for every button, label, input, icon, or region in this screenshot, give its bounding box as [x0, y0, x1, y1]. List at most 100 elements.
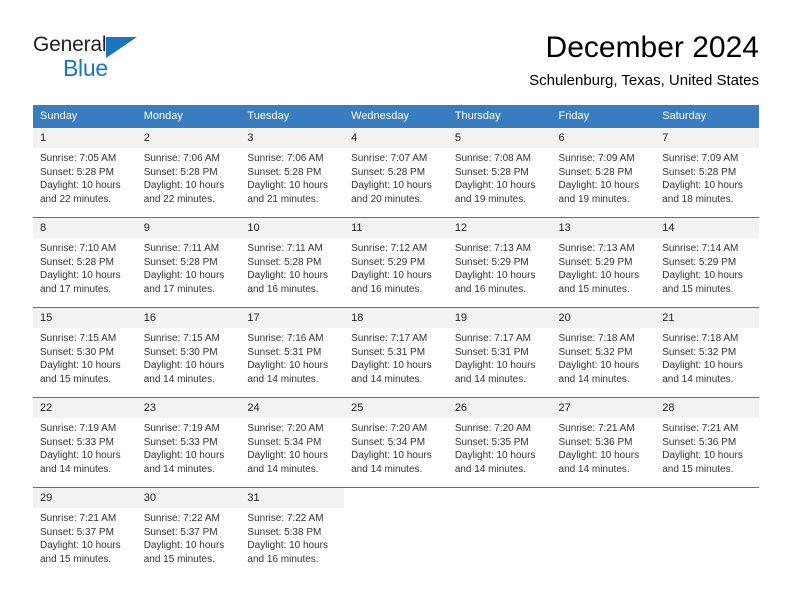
day-details: Sunrise: 7:15 AM Sunset: 5:30 PM Dayligh… [33, 328, 137, 386]
day-details: Sunrise: 7:19 AM Sunset: 5:33 PM Dayligh… [137, 418, 241, 476]
day-cell[interactable]: 7 Sunrise: 7:09 AM Sunset: 5:28 PM Dayli… [655, 127, 759, 218]
daylight-duration-line2: and 15 minutes. [40, 553, 112, 565]
sunrise-time: Sunrise: 7:09 AM [662, 153, 739, 164]
sunset-time: Sunset: 5:35 PM [454, 436, 529, 448]
day-details: Sunrise: 7:05 AM Sunset: 5:28 PM Dayligh… [33, 148, 137, 206]
day-cell[interactable]: 5 Sunrise: 7:08 AM Sunset: 5:28 PM Dayli… [447, 127, 552, 218]
weekday-header-wednesday: Wednesday [344, 105, 448, 128]
day-details: Sunrise: 7:21 AM Sunset: 5:37 PM Dayligh… [33, 508, 137, 566]
weekday-header-tuesday: Tuesday [240, 105, 345, 128]
day-cell[interactable]: 14 Sunrise: 7:14 AM Sunset: 5:29 PM Dayl… [655, 217, 759, 308]
daylight-duration-line1: Daylight: 10 hours [40, 360, 121, 372]
sunrise-time: Sunrise: 7:20 AM [247, 423, 324, 434]
day-cell[interactable]: 20 Sunrise: 7:18 AM Sunset: 5:32 PM Dayl… [551, 307, 656, 398]
day-details: Sunrise: 7:11 AM Sunset: 5:28 PM Dayligh… [137, 238, 241, 296]
day-number: 10 [240, 218, 345, 238]
sunset-time: Sunset: 5:28 PM [662, 166, 737, 178]
daylight-duration-line1: Daylight: 10 hours [454, 270, 536, 282]
daylight-duration-line2: and 14 minutes. [40, 463, 112, 475]
day-cell[interactable]: 11 Sunrise: 7:12 AM Sunset: 5:29 PM Dayl… [344, 217, 448, 308]
day-cell[interactable]: 9 Sunrise: 7:11 AM Sunset: 5:28 PM Dayli… [136, 217, 241, 308]
daylight-duration-line2: and 16 minutes. [247, 283, 319, 295]
sunrise-time: Sunrise: 7:05 AM [40, 153, 117, 164]
daylight-duration-line2: and 14 minutes. [662, 373, 734, 385]
day-details: Sunrise: 7:10 AM Sunset: 5:28 PM Dayligh… [33, 238, 137, 296]
sunrise-time: Sunrise: 7:20 AM [351, 423, 428, 434]
day-cell[interactable]: 10 Sunrise: 7:11 AM Sunset: 5:28 PM Dayl… [240, 217, 345, 308]
day-cell[interactable]: 13 Sunrise: 7:13 AM Sunset: 5:29 PM Dayl… [551, 217, 656, 308]
day-details: Sunrise: 7:21 AM Sunset: 5:36 PM Dayligh… [552, 418, 656, 476]
sunrise-time: Sunrise: 7:22 AM [247, 513, 324, 524]
day-cell[interactable]: 24 Sunrise: 7:20 AM Sunset: 5:34 PM Dayl… [240, 397, 345, 488]
week-row: 8 Sunrise: 7:10 AM Sunset: 5:28 PM Dayli… [33, 217, 759, 308]
sunrise-time: Sunrise: 7:18 AM [558, 333, 635, 344]
sunrise-time: Sunrise: 7:10 AM [40, 243, 117, 254]
day-cell[interactable]: 25 Sunrise: 7:20 AM Sunset: 5:34 PM Dayl… [344, 397, 448, 488]
day-number: 21 [655, 308, 759, 328]
daylight-duration-line1: Daylight: 10 hours [143, 450, 225, 462]
day-details: Sunrise: 7:18 AM Sunset: 5:32 PM Dayligh… [655, 328, 759, 386]
day-cell[interactable]: 22 Sunrise: 7:19 AM Sunset: 5:33 PM Dayl… [33, 397, 137, 488]
day-cell[interactable]: 19 Sunrise: 7:17 AM Sunset: 5:31 PM Dayl… [447, 307, 552, 398]
day-cell[interactable]: 30 Sunrise: 7:22 AM Sunset: 5:37 PM Dayl… [136, 487, 241, 577]
daylight-duration-line2: and 14 minutes. [247, 463, 319, 475]
day-cell[interactable]: 29 Sunrise: 7:21 AM Sunset: 5:37 PM Dayl… [33, 487, 137, 577]
day-cell[interactable]: 4 Sunrise: 7:07 AM Sunset: 5:28 PM Dayli… [344, 127, 448, 218]
daylight-duration-line2: and 19 minutes. [558, 193, 630, 205]
sunset-time: Sunset: 5:30 PM [40, 346, 114, 358]
page-title: December 2024 [545, 31, 759, 64]
general-blue-logo: General Blue [33, 33, 163, 85]
calendar-body: 1 Sunrise: 7:05 AM Sunset: 5:28 PM Dayli… [33, 127, 759, 577]
weekday-header-saturday: Saturday [655, 105, 759, 128]
day-cell[interactable]: 27 Sunrise: 7:21 AM Sunset: 5:36 PM Dayl… [551, 397, 656, 488]
sunrise-time: Sunrise: 7:07 AM [351, 153, 428, 164]
daylight-duration-line1: Daylight: 10 hours [662, 270, 743, 282]
sunset-time: Sunset: 5:29 PM [558, 256, 633, 268]
day-cell[interactable]: 15 Sunrise: 7:15 AM Sunset: 5:30 PM Dayl… [33, 307, 137, 398]
day-details: Sunrise: 7:17 AM Sunset: 5:31 PM Dayligh… [448, 328, 552, 386]
sunset-time: Sunset: 5:28 PM [40, 166, 114, 178]
daylight-duration-line1: Daylight: 10 hours [662, 180, 743, 192]
logo-text-general: General [33, 33, 107, 56]
day-cell[interactable]: 21 Sunrise: 7:18 AM Sunset: 5:32 PM Dayl… [655, 307, 759, 398]
daylight-duration-line2: and 15 minutes. [143, 553, 215, 565]
day-details: Sunrise: 7:11 AM Sunset: 5:28 PM Dayligh… [240, 238, 344, 296]
daylight-duration-line2: and 17 minutes. [40, 283, 112, 295]
daylight-duration-line1: Daylight: 10 hours [558, 360, 640, 372]
day-cell[interactable]: 26 Sunrise: 7:20 AM Sunset: 5:35 PM Dayl… [447, 397, 552, 488]
day-cell[interactable]: 31 Sunrise: 7:22 AM Sunset: 5:38 PM Dayl… [240, 487, 345, 577]
day-number: 8 [33, 218, 137, 238]
sunset-time: Sunset: 5:28 PM [247, 256, 322, 268]
sunrise-time: Sunrise: 7:15 AM [143, 333, 220, 344]
daylight-duration-line2: and 14 minutes. [143, 463, 215, 475]
day-cell[interactable]: 17 Sunrise: 7:16 AM Sunset: 5:31 PM Dayl… [240, 307, 345, 398]
day-cell[interactable]: 23 Sunrise: 7:19 AM Sunset: 5:33 PM Dayl… [136, 397, 241, 488]
day-details: Sunrise: 7:21 AM Sunset: 5:36 PM Dayligh… [655, 418, 759, 476]
week-row: 22 Sunrise: 7:19 AM Sunset: 5:33 PM Dayl… [33, 397, 759, 488]
day-cell[interactable]: 1 Sunrise: 7:05 AM Sunset: 5:28 PM Dayli… [33, 127, 137, 218]
daylight-duration-line1: Daylight: 10 hours [143, 270, 225, 282]
day-number: 30 [136, 488, 241, 508]
daylight-duration-line1: Daylight: 10 hours [454, 360, 536, 372]
day-cell[interactable]: 28 Sunrise: 7:21 AM Sunset: 5:36 PM Dayl… [655, 397, 759, 488]
day-cell-empty [447, 487, 552, 577]
day-details: Sunrise: 7:14 AM Sunset: 5:29 PM Dayligh… [655, 238, 759, 296]
day-cell[interactable]: 8 Sunrise: 7:10 AM Sunset: 5:28 PM Dayli… [33, 217, 137, 308]
day-cell[interactable]: 2 Sunrise: 7:06 AM Sunset: 5:28 PM Dayli… [136, 127, 241, 218]
day-number: 20 [551, 308, 656, 328]
sunrise-time: Sunrise: 7:22 AM [143, 513, 220, 524]
day-cell[interactable]: 18 Sunrise: 7:17 AM Sunset: 5:31 PM Dayl… [344, 307, 448, 398]
day-details: Sunrise: 7:22 AM Sunset: 5:37 PM Dayligh… [137, 508, 241, 566]
day-number: 4 [344, 128, 448, 148]
sunrise-time: Sunrise: 7:17 AM [351, 333, 428, 344]
daylight-duration-line2: and 15 minutes. [40, 373, 112, 385]
daylight-duration-line2: and 14 minutes. [143, 373, 215, 385]
daylight-duration-line1: Daylight: 10 hours [40, 180, 121, 192]
day-cell[interactable]: 12 Sunrise: 7:13 AM Sunset: 5:29 PM Dayl… [447, 217, 552, 308]
daylight-duration-line1: Daylight: 10 hours [351, 270, 432, 282]
day-cell[interactable]: 16 Sunrise: 7:15 AM Sunset: 5:30 PM Dayl… [136, 307, 241, 398]
day-number: 2 [136, 128, 241, 148]
day-cell[interactable]: 6 Sunrise: 7:09 AM Sunset: 5:28 PM Dayli… [551, 127, 656, 218]
week-row: 29 Sunrise: 7:21 AM Sunset: 5:37 PM Dayl… [33, 487, 759, 577]
day-cell[interactable]: 3 Sunrise: 7:06 AM Sunset: 5:28 PM Dayli… [240, 127, 345, 218]
